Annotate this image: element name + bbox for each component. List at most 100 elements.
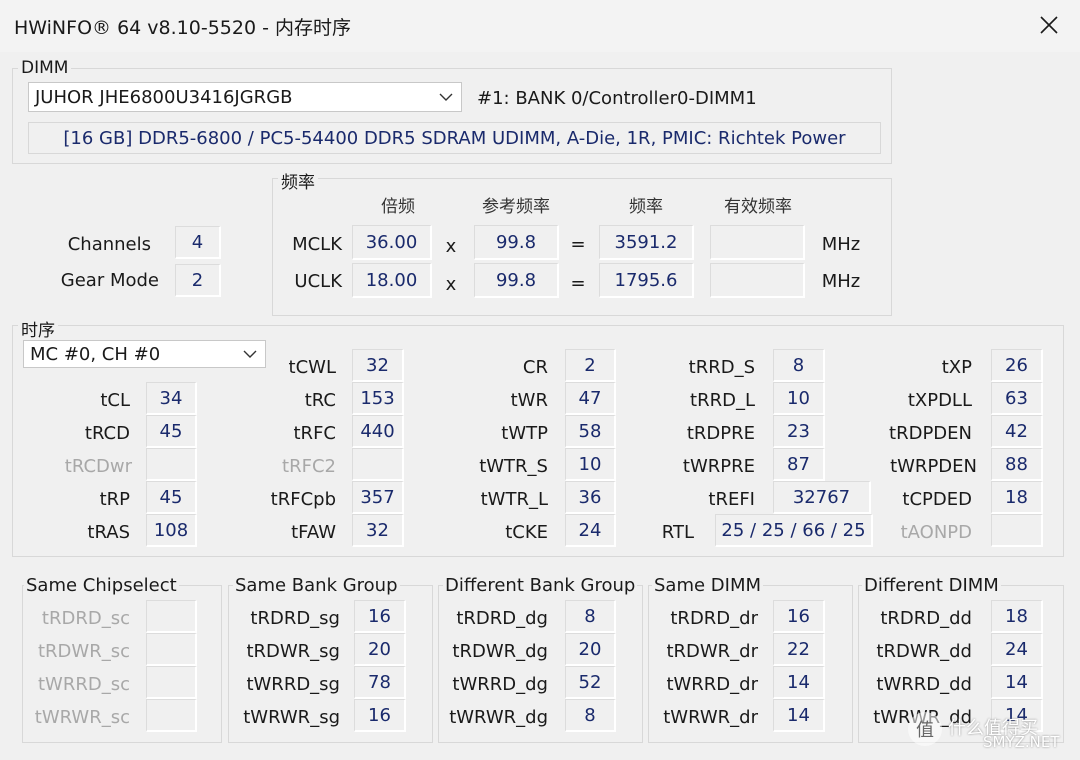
same-chipselect-title: Same Chipselect <box>24 575 179 596</box>
freq-header-multiplier: 倍频 <box>381 197 415 217</box>
chevron-down-icon <box>439 93 453 101</box>
gear-mode-label: Gear Mode <box>60 270 159 291</box>
tr-label-twrwr-sc: tWRWR_sc <box>34 707 130 728</box>
tr-label-trdrd-sg: tRDRD_sg <box>250 608 340 629</box>
timing-value-tras: 108 <box>146 514 197 547</box>
tr-label-twrwr-sg: tWRWR_sg <box>243 707 340 728</box>
uclk-effective <box>710 263 805 298</box>
tr-label-trdwr-dg: tRDWR_dg <box>452 641 548 662</box>
freq-header-frequency: 频率 <box>629 197 663 217</box>
uclk-frequency: 1795.6 <box>599 263 694 298</box>
channels-label: Channels <box>67 234 151 255</box>
timing-group-label: 时序 <box>18 316 58 341</box>
tr-label-twrwr-dr: tWRWR_dr <box>663 707 758 728</box>
timing-value-trrd-l: 10 <box>773 382 825 415</box>
timing-label-twr: tWR <box>510 390 548 411</box>
tr-label-twrwr-dg: tWRWR_dg <box>449 707 548 728</box>
timing-value-trc: 153 <box>352 382 404 415</box>
watermark-logo: 值 <box>908 712 942 746</box>
timing-value-twtp: 58 <box>565 415 616 448</box>
timing-label-trdpden: tRDPDEN <box>889 423 972 444</box>
mclk-unit: MHz <box>821 234 861 255</box>
mclk-multiplier: 36.00 <box>352 225 432 260</box>
watermark-logo-text: 值 <box>916 720 934 741</box>
mclk-effective <box>710 225 805 260</box>
tr-label-trdwr-sc: tRDWR_sc <box>37 641 130 662</box>
tr-value-trdrd-sg: 16 <box>354 600 406 633</box>
tr-value-trdrd-dg: 8 <box>565 600 616 633</box>
timing-value-trefi: 32767 <box>773 481 871 514</box>
tr-value-trdrd-dr: 16 <box>773 600 825 633</box>
tr-value-twrwr-sc <box>146 699 197 732</box>
channel-select[interactable]: MC #0, CH #0 <box>23 340 266 368</box>
tr-label-trdrd-dr: tRDRD_dr <box>670 608 758 629</box>
timing-label-tcpded: tCPDED <box>902 489 972 510</box>
frequency-group-label: 频率 <box>278 168 318 193</box>
mclk-x-sign: x <box>445 236 457 257</box>
timing-value-trrd-s: 8 <box>773 349 825 382</box>
timing-value-tfaw: 32 <box>352 514 404 547</box>
uclk-x-sign: x <box>445 274 457 295</box>
timing-value-taonpd <box>991 514 1043 547</box>
timing-label-tcke: tCKE <box>505 522 548 543</box>
timing-label-twtr-l: tWTR_L <box>480 489 548 510</box>
timing-label-trc: tRC <box>304 390 336 411</box>
dimm-slot-label: #1: BANK 0/Controller0-DIMM1 <box>477 88 757 109</box>
tr-label-trdwr-dd: tRDWR_dd <box>876 641 972 662</box>
timing-label-twrpden: tWRPDEN <box>890 456 977 477</box>
dimm-group-label: DIMM <box>18 58 72 78</box>
timing-value-cr: 2 <box>565 349 616 382</box>
mclk-label: MCLK <box>292 234 342 255</box>
tr-value-twrwr-dg: 8 <box>565 699 616 732</box>
tr-value-trdwr-sc <box>146 633 197 666</box>
mclk-eq-sign: = <box>570 234 586 255</box>
tr-label-trdwr-dr: tRDWR_dr <box>666 641 758 662</box>
tr-value-twrwr-dr: 14 <box>773 699 825 732</box>
uclk-label: UCLK <box>294 271 342 292</box>
timing-value-trdpre: 23 <box>773 415 825 448</box>
timing-label-trefi: tREFI <box>708 489 755 510</box>
timing-label-trrd-s: tRRD_S <box>688 357 755 378</box>
timing-label-trfc2: tRFC2 <box>282 456 336 477</box>
timing-value-trp: 45 <box>146 481 197 514</box>
timing-label-txp: tXP <box>941 357 972 378</box>
timing-label-trcd: tRCD <box>84 423 130 444</box>
tr-label-trdrd-sc: tRDRD_sc <box>41 608 130 629</box>
timing-value-trcd: 45 <box>146 415 197 448</box>
tr-value-twrrd-dd: 14 <box>991 666 1043 699</box>
freq-header-reference: 参考频率 <box>482 197 550 217</box>
timing-label-trfcpb: tRFCpb <box>270 489 336 510</box>
dimm-description: [16 GB] DDR5-6800 / PC5-54400 DDR5 SDRAM… <box>28 122 881 154</box>
timing-value-twr: 47 <box>565 382 616 415</box>
freq-header-effective: 有效频率 <box>724 197 792 217</box>
timing-value-tcke: 24 <box>565 514 616 547</box>
timing-value-twrpden: 88 <box>991 448 1043 481</box>
same-dimm-title: Same DIMM <box>652 575 764 596</box>
timing-label-trdpre: tRDPRE <box>686 423 755 444</box>
close-button[interactable] <box>1028 4 1070 46</box>
timing-label-twtp: tWTP <box>501 423 548 444</box>
dimm-module-value: JUHOR JHE6800U3416JGRGB <box>35 86 293 108</box>
different-bank-group-title: Different Bank Group <box>443 575 638 596</box>
timing-value-tcwl: 32 <box>352 349 404 382</box>
timing-label-trcdwr: tRCDwr <box>64 456 132 477</box>
timing-value-rtl: 25 / 25 / 66 / 25 <box>715 514 873 547</box>
tr-label-twrrd-sc: tWRRD_sc <box>37 674 130 695</box>
timing-label-tcl: tCL <box>100 390 130 411</box>
timing-value-tcpded: 18 <box>991 481 1043 514</box>
uclk-reference: 99.8 <box>474 263 559 298</box>
uclk-eq-sign: = <box>570 273 586 294</box>
tr-value-trdwr-dd: 24 <box>991 633 1043 666</box>
tr-label-twrrd-dg: tWRRD_dg <box>452 674 548 695</box>
tr-value-trdrd-sc <box>146 600 197 633</box>
timing-value-trcdwr <box>146 448 197 481</box>
timing-value-twtr-l: 36 <box>565 481 616 514</box>
timing-label-trp: tRP <box>99 489 130 510</box>
tr-value-twrwr-sg: 16 <box>354 699 406 732</box>
tr-value-twrrd-sg: 78 <box>354 666 406 699</box>
different-dimm-title: Different DIMM <box>862 575 1001 596</box>
watermark-domain: SMYZ.NET <box>983 733 1060 751</box>
timing-label-txpdll: tXPDLL <box>907 390 972 411</box>
dimm-module-select[interactable]: JUHOR JHE6800U3416JGRGB <box>28 82 462 112</box>
channel-select-value: MC #0, CH #0 <box>30 343 161 365</box>
